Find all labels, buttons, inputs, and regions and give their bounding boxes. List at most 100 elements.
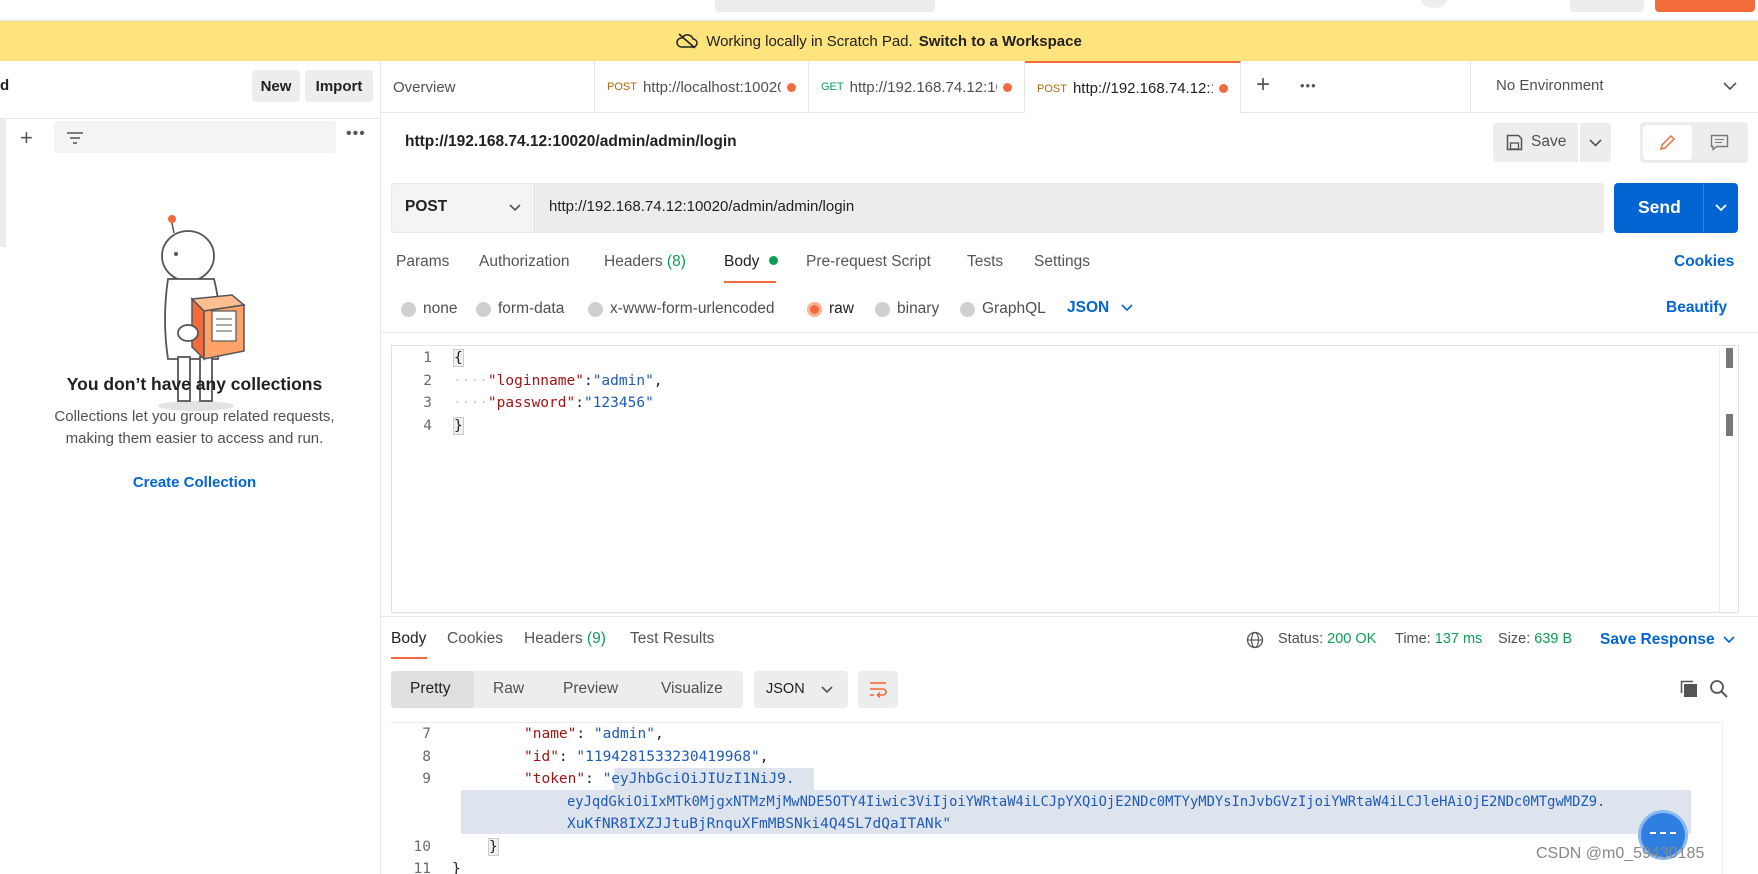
unsaved-dot bbox=[787, 82, 796, 92]
code-brace: } bbox=[488, 837, 499, 856]
save-label: Save bbox=[1531, 133, 1567, 150]
tab-authorization[interactable]: Authorization bbox=[479, 253, 569, 271]
filter-icon bbox=[67, 132, 83, 144]
copy-icon[interactable] bbox=[1679, 679, 1699, 699]
method-select[interactable]: POST bbox=[391, 183, 535, 233]
request-title[interactable]: http://192.168.74.12:10020/admin/admin/l… bbox=[405, 133, 737, 151]
search-bar[interactable] bbox=[715, 0, 935, 12]
radio-urlencoded[interactable]: x-www-form-urlencoded bbox=[588, 300, 775, 318]
view-preview[interactable]: Preview bbox=[563, 680, 618, 698]
tab-headers[interactable]: Headers (8) bbox=[604, 253, 686, 271]
active-tab-underline bbox=[391, 657, 427, 659]
tab-prerequest-script[interactable]: Pre-request Script bbox=[806, 253, 931, 271]
tab-body[interactable]: Body bbox=[724, 253, 778, 271]
view-raw[interactable]: Raw bbox=[493, 680, 524, 698]
radio-form-data[interactable]: form-data bbox=[476, 300, 564, 318]
search-icon[interactable] bbox=[1709, 679, 1729, 699]
tab-request-2[interactable]: GET http://192.168.74.12:100 bbox=[809, 61, 1025, 113]
tab-settings[interactable]: Settings bbox=[1034, 253, 1090, 271]
radio-label: GraphQL bbox=[982, 300, 1046, 317]
radio-label: form-data bbox=[498, 300, 565, 317]
body-format-label: JSON bbox=[1067, 299, 1110, 316]
new-tab-icon[interactable]: + bbox=[1256, 71, 1270, 99]
save-response-button[interactable]: Save Response bbox=[1600, 631, 1735, 649]
upgrade-button[interactable] bbox=[1655, 0, 1755, 12]
environment-selector[interactable]: No Environment bbox=[1470, 61, 1758, 113]
headers-count: (8) bbox=[666, 253, 686, 270]
chevron-down-icon[interactable] bbox=[1715, 204, 1727, 212]
tab-params[interactable]: Params bbox=[396, 253, 449, 271]
create-collection-link[interactable]: Create Collection bbox=[0, 474, 389, 491]
radio-raw[interactable]: raw bbox=[807, 300, 854, 318]
response-format-select[interactable]: JSON bbox=[754, 671, 848, 708]
line-number: 9 bbox=[422, 771, 431, 787]
tab-tests[interactable]: Tests bbox=[967, 253, 1003, 271]
code-lines: 1{ 2 ····"loginname":"admin", 3 ····"passw… bbox=[392, 347, 663, 437]
radio-graphql[interactable]: GraphQL bbox=[960, 300, 1046, 318]
editor-scrollbar[interactable] bbox=[1719, 346, 1738, 612]
size-label: Size: bbox=[1498, 631, 1531, 647]
invite-button[interactable] bbox=[1570, 0, 1644, 12]
json-value: eyJqdGkiOiIxMTk0MjgxNTMzMjMwNDE5OTY4Iiwi… bbox=[567, 793, 1606, 810]
response-size[interactable]: Size: 639 B bbox=[1498, 631, 1572, 647]
save-button[interactable]: Save bbox=[1493, 123, 1578, 162]
request-body-editor[interactable]: 1{ 2 ····"loginname":"admin", 3 ····"passw… bbox=[391, 345, 1739, 613]
save-options-button[interactable] bbox=[1580, 123, 1611, 162]
body-format-select[interactable]: JSON bbox=[1067, 299, 1133, 317]
view-pretty-label: Pretty bbox=[410, 680, 451, 697]
response-tab-headers[interactable]: Headers (9) bbox=[524, 630, 606, 648]
globe-icon[interactable] bbox=[1246, 631, 1264, 649]
tab-overview[interactable]: Overview bbox=[381, 61, 595, 113]
response-format-label: JSON bbox=[766, 681, 805, 697]
cookies-link[interactable]: Cookies bbox=[1674, 253, 1734, 271]
tab-more-icon[interactable]: ••• bbox=[1300, 78, 1317, 93]
empty-title: You don’t have any collections bbox=[66, 374, 323, 394]
add-icon[interactable]: + bbox=[20, 125, 33, 151]
json-key: "token" bbox=[524, 771, 586, 787]
tab-url: http://localhost:10020 bbox=[642, 78, 781, 96]
import-button[interactable]: Import bbox=[305, 70, 373, 102]
assistant-icon bbox=[1650, 832, 1676, 835]
chevron-down-icon bbox=[821, 686, 833, 694]
tab-method: GET bbox=[821, 81, 844, 93]
code-brace: { bbox=[453, 349, 464, 367]
json-key: "loginname" bbox=[487, 372, 584, 389]
scroll-marker bbox=[1726, 414, 1733, 436]
url-input[interactable]: http://192.168.74.12:10020/admin/admin/l… bbox=[536, 184, 1604, 232]
switch-workspace-link[interactable]: Switch to a Workspace bbox=[919, 33, 1082, 50]
send-button[interactable]: Send bbox=[1614, 183, 1738, 233]
response-tab-test-results[interactable]: Test Results bbox=[630, 630, 714, 648]
sidebar: d New Import + ••• You don’t have any co… bbox=[0, 61, 381, 874]
scroll-thumb[interactable] bbox=[1726, 348, 1733, 368]
response-status[interactable]: Status: 200 OK bbox=[1278, 631, 1376, 647]
time-label: Time: bbox=[1395, 631, 1431, 647]
wrap-lines-button[interactable] bbox=[858, 671, 898, 708]
response-scrollbar[interactable] bbox=[1722, 722, 1741, 874]
view-visualize[interactable]: Visualize bbox=[661, 680, 723, 698]
comment-icon[interactable] bbox=[1710, 134, 1729, 151]
beautify-link[interactable]: Beautify bbox=[1666, 299, 1727, 317]
radio-none[interactable]: none bbox=[401, 300, 457, 318]
empty-desc-line2: making them easier to access and run. bbox=[65, 430, 324, 447]
tab-request-3-active[interactable]: POST http://192.168.74.12:10 bbox=[1025, 61, 1241, 114]
response-body-editor[interactable]: 7 "name": "admin", 8 "id": "11942815332304… bbox=[391, 722, 1722, 874]
new-button[interactable]: New bbox=[252, 70, 300, 102]
avatar[interactable] bbox=[1420, 0, 1448, 8]
more-icon[interactable]: ••• bbox=[346, 125, 366, 143]
time-value: 137 ms bbox=[1434, 631, 1483, 647]
tab-url: http://192.168.74.12:10 bbox=[1072, 80, 1213, 97]
divider bbox=[381, 332, 1758, 333]
response-time[interactable]: Time: 137 ms bbox=[1395, 631, 1482, 647]
tab-request-1[interactable]: POST http://localhost:10020 bbox=[595, 61, 809, 113]
response-tab-cookies[interactable]: Cookies bbox=[447, 630, 503, 648]
send-label: Send bbox=[1638, 197, 1681, 217]
chevron-down-icon bbox=[1121, 304, 1133, 312]
response-tab-body[interactable]: Body bbox=[391, 630, 426, 648]
radio-button bbox=[960, 301, 975, 317]
unsaved-dot bbox=[1003, 82, 1012, 92]
radio-binary[interactable]: binary bbox=[875, 300, 939, 318]
edit-view-button[interactable] bbox=[1643, 125, 1692, 160]
sidebar-search-input[interactable] bbox=[54, 121, 336, 153]
json-value: "1194281533230419968" bbox=[576, 748, 760, 765]
view-pretty[interactable]: Pretty bbox=[391, 671, 474, 708]
